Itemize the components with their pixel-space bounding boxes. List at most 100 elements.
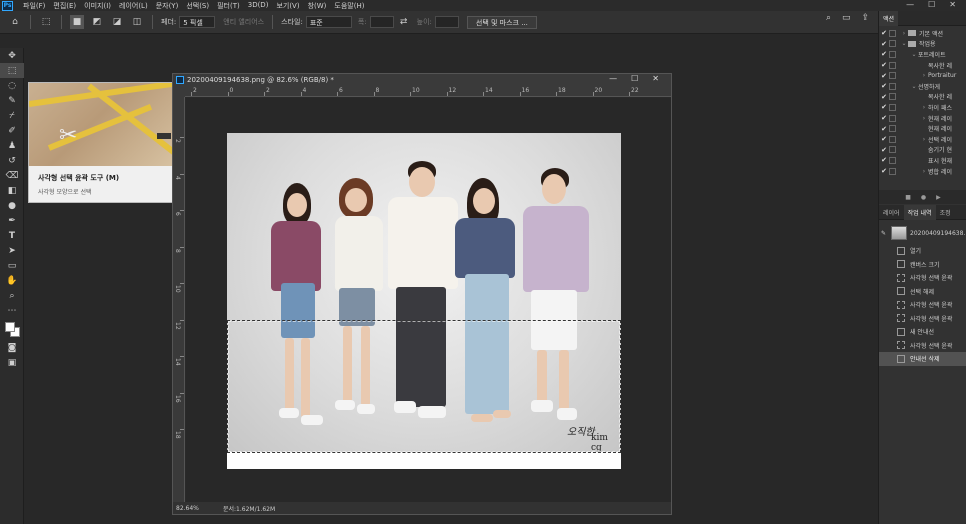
lasso-tool-icon[interactable]: ◌ <box>0 78 24 93</box>
check-icon[interactable]: ✔ <box>879 61 889 69</box>
disclosure-arrow-icon[interactable]: › <box>920 104 928 111</box>
width-input[interactable] <box>369 16 394 28</box>
history-brush-tool-icon[interactable]: ↺ <box>0 153 24 168</box>
maximize-button[interactable]: ☐ <box>928 0 935 11</box>
menu-item[interactable]: 도움말(H) <box>330 1 368 11</box>
path-selection-tool-icon[interactable]: ➤ <box>0 243 24 258</box>
menu-item[interactable]: 문자(Y) <box>152 1 183 11</box>
tab-layers[interactable]: 레이어 <box>879 205 904 220</box>
quick-selection-tool-icon[interactable]: ✎ <box>0 93 24 108</box>
history-item[interactable]: 열기 <box>879 244 966 258</box>
check-icon[interactable]: ✔ <box>879 82 889 90</box>
dialog-toggle-box[interactable] <box>889 114 896 122</box>
disclosure-arrow-icon[interactable]: › <box>920 136 928 143</box>
check-icon[interactable]: ✔ <box>879 114 889 122</box>
brush-tool-icon[interactable]: ✐ <box>0 123 24 138</box>
canvas-area[interactable]: 오직한 kim cg <box>186 98 671 503</box>
add-selection-icon[interactable]: ◩ <box>90 15 104 29</box>
menu-item[interactable]: 필터(T) <box>213 1 244 11</box>
height-input[interactable] <box>434 16 459 28</box>
tab-history[interactable]: 작업 내역 <box>903 204 936 220</box>
close-button[interactable]: ✕ <box>949 0 956 11</box>
check-icon[interactable]: ✔ <box>879 156 889 164</box>
zoom-tool-icon[interactable]: ⌕ <box>0 288 24 303</box>
eraser-tool-icon[interactable]: ⌫ <box>0 168 24 183</box>
vertical-ruler[interactable]: 2 4 6 8 10 12 14 16 18 <box>173 97 185 503</box>
history-snapshot[interactable]: ✎ 20200409194638. <box>879 223 966 243</box>
action-row[interactable]: ✔ › 선택 레이 <box>879 134 966 145</box>
dialog-toggle-box[interactable] <box>889 82 896 90</box>
action-row[interactable]: ✔ ⌄ 선명하게 <box>879 81 966 92</box>
action-row[interactable]: ✔ 숨기기 현 <box>879 145 966 156</box>
disclosure-arrow-icon[interactable]: › <box>920 168 928 175</box>
action-row[interactable]: ✔ ⌄ 포트레이트 <box>879 49 966 60</box>
disclosure-arrow-icon[interactable]: ⌄ <box>900 40 908 47</box>
record-icon[interactable]: ● <box>921 194 926 201</box>
feather-input[interactable]: 5 픽셀 <box>179 16 216 28</box>
minimize-button[interactable]: — <box>906 0 914 11</box>
eyedropper-tool-icon[interactable]: ⌿ <box>0 108 24 123</box>
search-icon[interactable]: ⌕ <box>826 13 831 23</box>
workspace-icon[interactable]: ▭ <box>842 13 851 23</box>
disclosure-arrow-icon[interactable]: › <box>900 30 908 37</box>
pen-tool-icon[interactable]: ✒ <box>0 213 24 228</box>
action-row[interactable]: ✔ › 기본 액션 <box>879 28 966 39</box>
subtract-selection-icon[interactable]: ◪ <box>110 15 124 29</box>
new-selection-icon[interactable]: ■ <box>70 15 84 29</box>
check-icon[interactable]: ✔ <box>879 103 889 111</box>
dialog-toggle-box[interactable] <box>889 103 896 111</box>
zoom-level[interactable]: 82.64% <box>173 505 203 512</box>
screen-mode-icon[interactable]: ▣ <box>0 355 24 370</box>
dialog-toggle-box[interactable] <box>889 72 896 80</box>
intersect-selection-icon[interactable]: ◫ <box>130 15 144 29</box>
action-row[interactable]: ✔ › 병합 레이 <box>879 166 966 177</box>
history-item[interactable]: 안내선 삭제 <box>879 352 966 366</box>
menu-item[interactable]: 선택(S) <box>182 1 213 11</box>
horizontal-ruler[interactable]: 2 0 2 4 6 8 10 12 14 16 18 20 22 <box>185 86 671 97</box>
history-item[interactable]: 사각형 선택 윤곽 <box>879 312 966 326</box>
rectangular-marquee-tool-icon[interactable]: ⬚ <box>0 63 24 78</box>
dialog-toggle-box[interactable] <box>889 93 896 101</box>
disclosure-arrow-icon[interactable]: ⌄ <box>910 51 918 58</box>
share-icon[interactable]: ⇪ <box>862 13 870 23</box>
doc-maximize-button[interactable]: ☐ <box>631 74 638 83</box>
disclosure-arrow-icon[interactable]: ⌄ <box>910 83 918 90</box>
marquee-preset-icon[interactable]: ⬚ <box>39 15 53 29</box>
dialog-toggle-box[interactable] <box>889 40 896 48</box>
action-row[interactable]: ✔ › 현재 레이 <box>879 113 966 124</box>
check-icon[interactable]: ✔ <box>879 72 889 80</box>
menu-item[interactable]: 창(W) <box>304 1 331 11</box>
history-item[interactable]: 새 안내선 <box>879 325 966 339</box>
menu-item[interactable]: 이미지(I) <box>80 1 115 11</box>
action-row[interactable]: ✔ 복사한 레 <box>879 60 966 71</box>
menu-item[interactable]: 3D(D) <box>244 1 273 11</box>
dialog-toggle-box[interactable] <box>889 156 896 164</box>
menu-item[interactable]: 보기(V) <box>272 1 303 11</box>
action-row[interactable]: ✔ ⌄ 작업용 <box>879 39 966 50</box>
document-info[interactable]: 문서:1.62M/1.62M <box>203 504 275 513</box>
foreground-color-swatch[interactable] <box>5 322 15 332</box>
check-icon[interactable]: ✔ <box>879 135 889 143</box>
check-icon[interactable]: ✔ <box>879 29 889 37</box>
hand-tool-icon[interactable]: ✋ <box>0 273 24 288</box>
doc-close-button[interactable]: ✕ <box>652 74 659 83</box>
gradient-tool-icon[interactable]: ◧ <box>0 183 24 198</box>
menu-item[interactable]: 레이어(L) <box>115 1 152 11</box>
select-and-mask-button[interactable]: 선택 및 마스크 ... <box>466 15 537 29</box>
dialog-toggle-box[interactable] <box>889 125 896 133</box>
move-tool-icon[interactable]: ✥ <box>0 48 24 63</box>
check-icon[interactable]: ✔ <box>879 125 889 133</box>
action-row[interactable]: ✔ › 하이 패스 <box>879 102 966 113</box>
artboard[interactable]: 오직한 kim cg <box>227 133 621 469</box>
antialias-checkbox[interactable]: 앤티 앨리어스 <box>223 17 264 27</box>
quick-mask-icon[interactable]: ◙ <box>0 340 24 355</box>
action-row[interactable]: ✔ 복사한 레 <box>879 92 966 103</box>
dialog-toggle-box[interactable] <box>889 29 896 37</box>
dialog-toggle-box[interactable] <box>889 167 896 175</box>
dodge-tool-icon[interactable]: ● <box>0 198 24 213</box>
dialog-toggle-box[interactable] <box>889 50 896 58</box>
tab-adjustments[interactable]: 조정 <box>936 205 955 220</box>
tab-actions[interactable]: 액션 <box>879 10 899 26</box>
color-swatches[interactable] <box>0 318 24 340</box>
history-item[interactable]: 선택 해제 <box>879 285 966 299</box>
